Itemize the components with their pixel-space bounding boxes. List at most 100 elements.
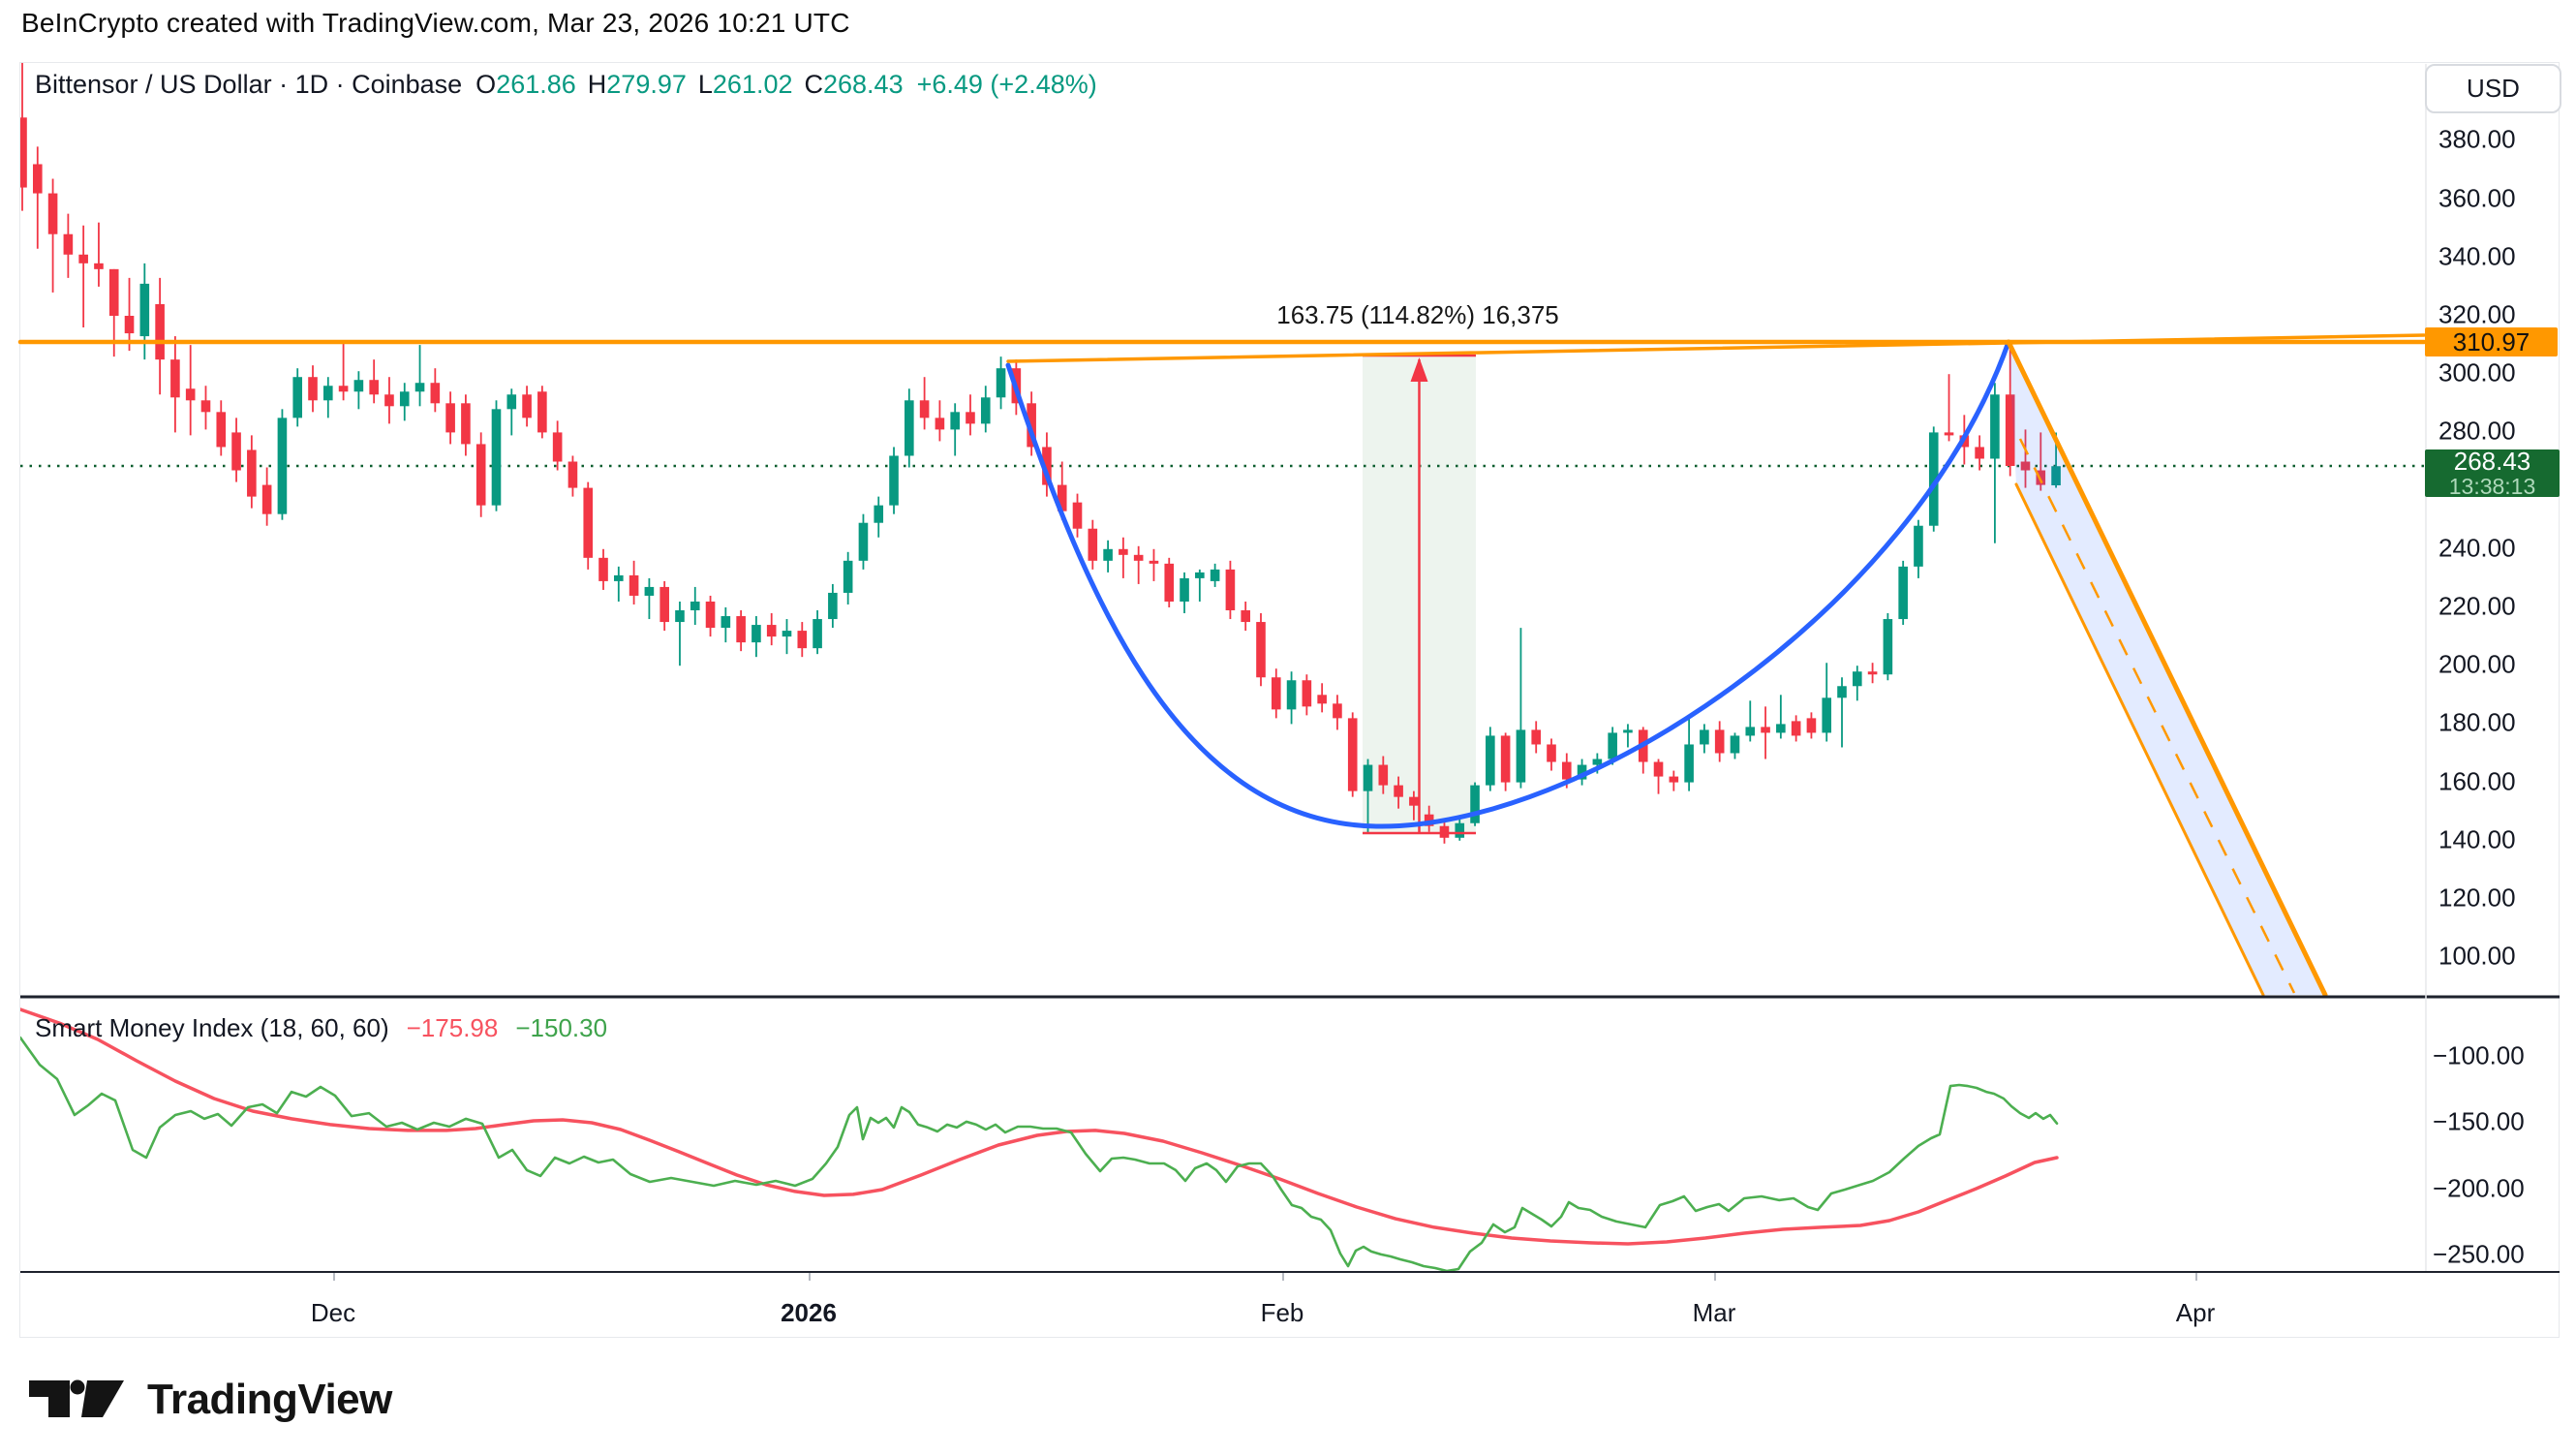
candle-body: [1211, 570, 1220, 581]
candle-body: [522, 394, 532, 418]
candle-body: [1945, 432, 1954, 435]
candle-body: [889, 455, 899, 505]
channel-lower-line[interactable]: [2016, 484, 2263, 995]
candle-body: [308, 377, 318, 400]
candle-body: [950, 412, 960, 429]
candle-body: [1150, 561, 1159, 564]
candle-body: [384, 394, 394, 406]
candle-body: [33, 164, 43, 193]
candle-body: [1975, 447, 1984, 458]
candle-body: [843, 561, 853, 593]
candle-body: [1364, 765, 1373, 791]
candle-body: [659, 587, 669, 622]
candle-body: [400, 391, 410, 406]
ohlc-item: O261.86: [475, 70, 576, 100]
price-tick-label: 200.00: [2438, 650, 2564, 680]
candle-body: [1792, 721, 1801, 735]
candle-body: [1853, 671, 1862, 686]
candle-body: [1715, 729, 1725, 753]
candle-body: [1180, 578, 1189, 602]
candle-body: [140, 284, 150, 336]
tradingview-logo-icon: [29, 1379, 130, 1421]
ohlc-value: 261.86: [496, 70, 576, 99]
candle-body: [1303, 680, 1312, 706]
candle-body: [323, 386, 333, 400]
candle-body: [17, 117, 27, 187]
candle-body: [1134, 555, 1144, 561]
candle-body: [216, 412, 226, 447]
candle-body: [1195, 573, 1205, 578]
candle-body: [1914, 526, 1923, 567]
ohlc-key: C: [805, 70, 824, 99]
last-price-value: 268.43: [2454, 449, 2531, 474]
candle-body: [1272, 677, 1281, 709]
candle-body: [568, 462, 578, 488]
price-tick-label: 160.00: [2438, 766, 2564, 796]
candle-body: [782, 631, 792, 636]
candle-body: [492, 409, 502, 505]
time-axis-label: Feb: [1261, 1298, 1304, 1328]
candle-body: [339, 386, 349, 391]
candle-body: [125, 316, 135, 333]
candle-body: [201, 400, 211, 412]
candle-body: [537, 391, 547, 432]
candle-body: [1776, 724, 1786, 732]
candle-body: [706, 602, 716, 628]
candle-body: [506, 394, 516, 409]
candle-body: [369, 380, 379, 394]
candle-body: [905, 400, 914, 455]
price-tick-label: 120.00: [2438, 883, 2564, 914]
candle-body: [1241, 610, 1250, 622]
candle-body: [553, 432, 563, 461]
candle-body: [186, 388, 196, 400]
bar-countdown: 13:38:13: [2449, 476, 2536, 498]
candle-body: [1731, 735, 1740, 753]
candle-body: [64, 234, 74, 255]
candle-body: [828, 593, 838, 619]
chart-canvas: [1, 1, 2576, 1456]
candle-body: [583, 488, 593, 558]
candle-body: [415, 383, 425, 391]
candle-body: [1379, 765, 1389, 786]
channel-upper-line[interactable]: [2009, 342, 2325, 995]
candle-body: [598, 558, 608, 581]
candle-body: [1226, 570, 1236, 610]
time-axis-label: 2026: [781, 1298, 837, 1328]
candle-body: [874, 506, 883, 523]
candle-body: [1807, 718, 1817, 732]
candle-body: [1837, 686, 1847, 697]
indicator-green-value: −150.30: [515, 1013, 607, 1043]
candle-body: [1670, 777, 1679, 783]
candle-body: [1333, 703, 1342, 718]
indicator-tick-label: −150.00: [2433, 1107, 2568, 1137]
currency-toggle-button[interactable]: USD: [2425, 64, 2561, 113]
price-tick-label: 280.00: [2438, 417, 2564, 447]
candle-body: [1287, 680, 1297, 709]
ohlc-value: 268.43: [823, 70, 904, 99]
candle-body: [1103, 549, 1113, 561]
candle-body: [247, 449, 257, 496]
candle-body: [1317, 695, 1327, 703]
candle-body: [629, 575, 639, 596]
candle-body: [813, 619, 822, 648]
cup-rim-trendline[interactable]: [1008, 335, 2424, 361]
candle-body: [1822, 697, 1831, 732]
candle-body: [675, 610, 685, 622]
candle-body: [461, 403, 471, 444]
candle-body: [1073, 503, 1083, 529]
candle-body: [767, 625, 777, 636]
price-tick-label: 300.00: [2438, 358, 2564, 388]
symbol-title: Bittensor / US Dollar · 1D · Coinbase: [35, 70, 462, 100]
candle-body: [1623, 729, 1633, 732]
time-axis-label: Apr: [2176, 1298, 2215, 1328]
price-tick-label: 220.00: [2438, 592, 2564, 622]
candle-body: [1164, 564, 1174, 602]
candle-body: [721, 616, 731, 628]
candle-body: [1608, 732, 1617, 759]
candle-body: [645, 587, 655, 596]
candle-body: [751, 625, 761, 642]
change-value: +6.49 (+2.48%): [917, 70, 1097, 100]
trendline-price-label: 310.97: [2425, 327, 2558, 356]
tradingview-logo[interactable]: TradingView: [29, 1376, 392, 1424]
candle-body: [981, 397, 991, 423]
